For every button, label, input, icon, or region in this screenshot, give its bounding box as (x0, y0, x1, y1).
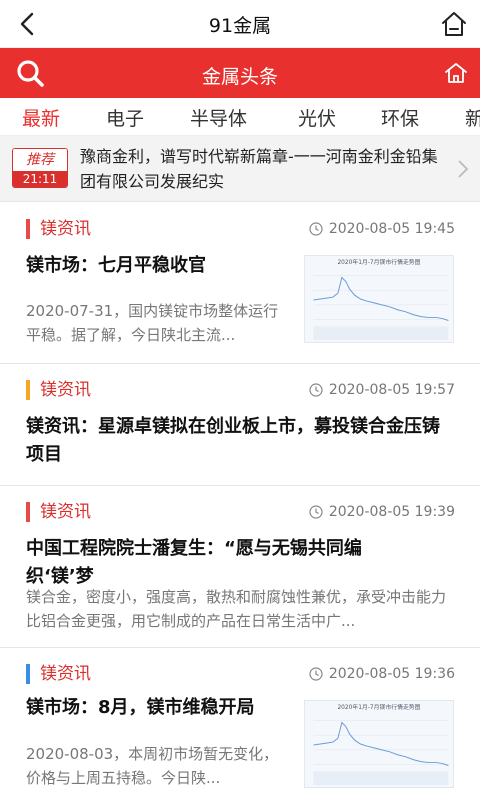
pinned-recommendation[interactable]: 推荐 21:11 豫商金利，谱写时代崭新篇章-一一河南金利金铅集团有限公司发展纪… (0, 136, 480, 202)
news-item[interactable]: 镁资讯 2020-08-05 19:45 镁市场：七月平稳收官 2020-07-… (0, 203, 480, 364)
news-item[interactable]: 镁资讯 2020-08-05 19:36 镁市场：8月，镁市维稳开局 2020-… (0, 648, 480, 800)
category-marker (26, 664, 30, 684)
category-marker (26, 502, 30, 522)
publish-time-text: 2020-08-05 19:45 (328, 221, 455, 237)
publish-time: 2020-08-05 19:57 (309, 382, 455, 398)
category-text: 镁资讯 (40, 502, 91, 522)
category-text: 镁资讯 (40, 380, 91, 400)
news-title: 镁资讯：星源卓镁拟在创业板上市，募投镁合金压铸项目 (26, 416, 440, 465)
news-title: 中国工程院院士潘复生：“愿与无锡共同编织‘镁’梦 (26, 538, 362, 587)
clock-icon (309, 383, 323, 397)
clock-icon (309, 222, 323, 236)
news-summary: 镁合金，密度小，强度高，散热和耐腐蚀性兼优，承受冲击能力比铝合金更强，用它制成的… (26, 588, 447, 630)
news-title: 镁市场：8月，镁市维稳开局 (26, 697, 255, 718)
chevron-right-icon (458, 160, 469, 178)
publish-time: 2020-08-05 19:39 (309, 504, 455, 520)
category-marker (26, 380, 30, 400)
category-tabs: 最新 电子 半导体 光伏 环保 新 (0, 98, 480, 136)
section-header: 金属头条 (0, 48, 480, 98)
tab-electronics[interactable]: 电子 (106, 104, 144, 131)
tab-latest[interactable]: 最新 (22, 104, 60, 131)
recommend-badge-label: 推荐 (13, 149, 67, 171)
category-text: 镁资讯 (40, 664, 91, 684)
category-text: 镁资讯 (40, 219, 91, 239)
clock-icon (309, 667, 323, 681)
publish-time-text: 2020-08-05 19:39 (328, 504, 455, 520)
publish-time: 2020-08-05 19:36 (309, 666, 455, 682)
thumbnail-caption: 2020年1月-7月镁市行情走势图 (337, 258, 420, 266)
category-label: 镁资讯 (26, 502, 91, 522)
top-bar: 91金属 (0, 0, 480, 48)
news-item[interactable]: 镁资讯 2020-08-05 19:39 中国工程院院士潘复生：“愿与无锡共同编… (0, 486, 480, 648)
recommend-badge: 推荐 21:11 (12, 148, 68, 188)
news-thumbnail: 2020年1月-7月镁市行情走势图 (304, 700, 454, 788)
publish-time: 2020-08-05 19:45 (309, 221, 455, 237)
clock-icon (309, 505, 323, 519)
publish-time-text: 2020-08-05 19:57 (328, 382, 455, 398)
category-label: 镁资讯 (26, 219, 91, 239)
category-marker (26, 219, 30, 239)
pinned-headline: 豫商金利，谱写时代崭新篇章-一一河南金利金铅集团有限公司发展纪实 (80, 147, 438, 191)
tab-photovoltaic[interactable]: 光伏 (298, 104, 336, 131)
app-title: 91金属 (208, 15, 272, 37)
tab-semiconductor[interactable]: 半导体 (190, 104, 247, 131)
tab-new[interactable]: 新 (465, 104, 480, 131)
thumbnail-caption: 2020年1月-7月镁市行情走势图 (337, 703, 420, 711)
news-summary: 2020-08-03，本周初市场暂无变化，价格与上周五持稳。今日陕... (26, 745, 279, 787)
news-title: 镁市场：七月平稳收官 (26, 255, 206, 276)
news-item[interactable]: 镁资讯 2020-08-05 19:57 镁资讯：星源卓镁拟在创业板上市，募投镁… (0, 364, 480, 486)
category-label: 镁资讯 (26, 664, 91, 684)
tab-environment[interactable]: 环保 (381, 104, 419, 131)
section-title: 金属头条 (201, 66, 278, 88)
home-icon[interactable] (444, 61, 468, 85)
recommend-badge-time: 21:11 (13, 171, 67, 187)
home-icon[interactable] (440, 10, 468, 38)
news-thumbnail: 2020年1月-7月镁市行情走势图 (304, 255, 454, 343)
category-label: 镁资讯 (26, 380, 91, 400)
news-summary: 2020-07-31，国内镁锭市场整体运行平稳。据了解，今日陕北主流... (26, 302, 279, 344)
publish-time-text: 2020-08-05 19:36 (328, 666, 455, 682)
